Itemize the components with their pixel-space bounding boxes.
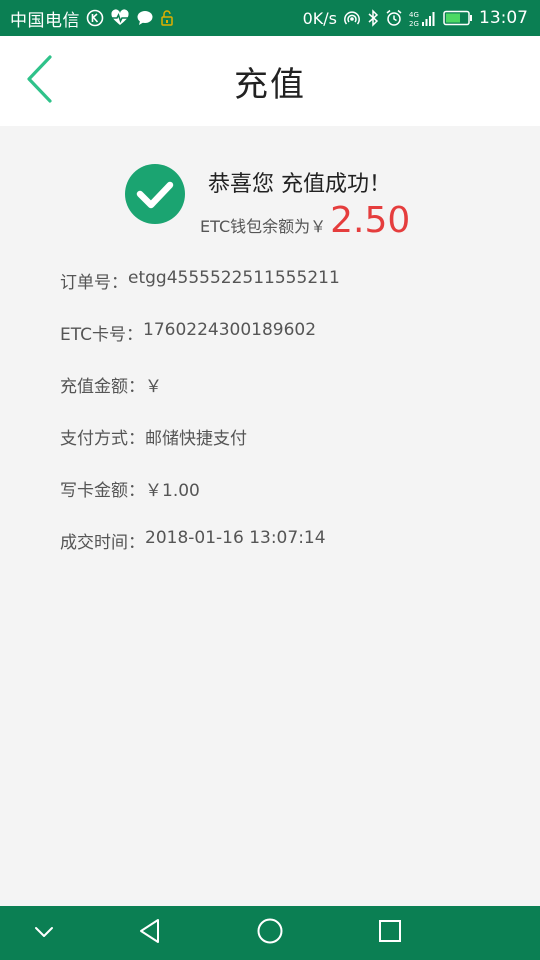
detail-label: 支付方式： (60, 429, 145, 449)
recharge-result: 恭喜您 充值成功！ ETC钱包余额为￥ 2.50 订单号： etgg4555522… (0, 126, 540, 906)
detail-order-number: 订单号： etgg4555522511555211 (60, 268, 520, 320)
detail-label: 订单号： (60, 273, 128, 293)
system-nav-bar (0, 906, 540, 960)
svg-text:4G: 4G (409, 11, 419, 19)
check-circle-icon (124, 163, 186, 225)
home-circle-icon (256, 917, 284, 949)
battery-icon (443, 10, 473, 26)
message-icon (136, 9, 154, 27)
back-button[interactable] (16, 54, 62, 108)
app-header: 充值 (0, 36, 540, 126)
status-bar-right: 0K/s 4G 2G 13:07 (303, 8, 528, 28)
clock: 13:07 (479, 8, 528, 28)
detail-card-number: ETC卡号： 1760224300189602 (60, 320, 520, 372)
detail-transaction-time: 成交时间： 2018-01-16 13:07:14 (60, 528, 520, 580)
recents-square-icon (378, 919, 402, 947)
lock-icon (160, 9, 174, 27)
hide-nav-button[interactable] (14, 906, 74, 960)
back-triangle-icon (138, 918, 162, 948)
k-badge-icon (86, 9, 104, 27)
balance-label: ETC钱包余额为￥ (200, 217, 327, 236)
detail-card-write-amount: 写卡金额： ￥1.00 (60, 476, 520, 528)
detail-label: 充值金额： (60, 377, 145, 397)
detail-recharge-amount: 充值金额： ￥ (60, 372, 520, 424)
chevron-down-icon (33, 924, 55, 943)
detail-label: 写卡金额： (60, 481, 145, 501)
heart-monitor-icon (110, 9, 130, 27)
success-block: 恭喜您 充值成功！ ETC钱包余额为￥ 2.50 (124, 162, 464, 252)
svg-text:2G: 2G (409, 20, 419, 27)
status-bar: 中国电信 0K/s 4G 2G 13:07 (0, 0, 540, 36)
signal-4g-icon: 4G 2G (409, 9, 437, 27)
detail-label: ETC卡号： (60, 325, 143, 345)
detail-value: ￥1.00 (145, 481, 200, 501)
detail-label: 成交时间： (60, 533, 145, 553)
balance-amount: 2.50 (330, 200, 411, 241)
detail-value: ￥ (145, 377, 162, 397)
detail-value: etgg4555522511555211 (128, 268, 340, 288)
page-title: 充值 (234, 64, 306, 105)
carrier-label: 中国电信 (10, 10, 80, 31)
hotspot-icon (343, 9, 361, 27)
success-title: 恭喜您 充值成功！ (208, 172, 391, 197)
screen: 中国电信 0K/s 4G 2G 13:07 充值 恭喜您 充值成功！ ETC钱包… (0, 0, 540, 960)
bluetooth-icon (367, 9, 379, 27)
nav-back-button[interactable] (120, 906, 180, 960)
nav-home-button[interactable] (240, 906, 300, 960)
detail-value: 邮储快捷支付 (145, 429, 247, 449)
chevron-left-icon (24, 54, 54, 108)
status-bar-left: 中国电信 (10, 6, 174, 31)
alarm-icon (385, 9, 403, 27)
order-details: 订单号： etgg4555522511555211 ETC卡号： 176022430… (60, 268, 520, 580)
detail-value: 2018-01-16 13:07:14 (145, 528, 326, 548)
detail-payment-method: 支付方式： 邮储快捷支付 (60, 424, 520, 476)
detail-value: 1760224300189602 (143, 320, 317, 340)
nav-recents-button[interactable] (360, 906, 420, 960)
wallet-balance: ETC钱包余额为￥ 2.50 (200, 200, 410, 241)
network-speed: 0K/s (302, 8, 337, 28)
